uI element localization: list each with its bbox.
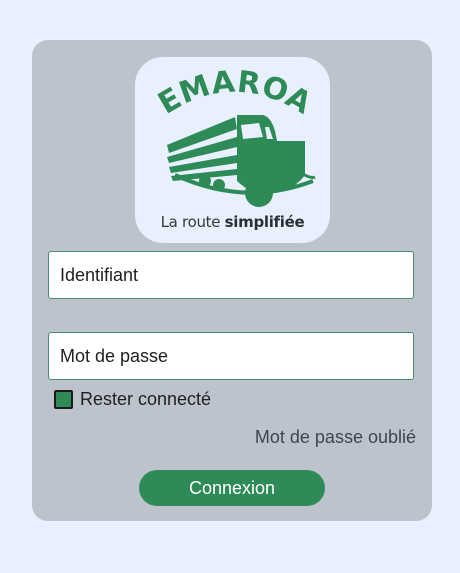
forgot-password-link[interactable]: Mot de passe oublié xyxy=(255,427,416,448)
remember-me-label: Rester connecté xyxy=(80,388,212,409)
password-input[interactable] xyxy=(48,332,414,380)
tagline-bold: simplifiée xyxy=(224,213,305,231)
username-input[interactable] xyxy=(48,251,414,299)
tagline: La route simplifiée xyxy=(135,213,330,231)
brand-name: DEMAROAD xyxy=(135,57,318,122)
login-card: DEMAROAD La route xyxy=(32,40,432,521)
remember-me-checkbox[interactable] xyxy=(54,389,73,409)
logo: DEMAROAD La route xyxy=(135,57,330,243)
remember-me-toggle[interactable]: Rester connecté xyxy=(54,388,211,410)
tagline-regular: La route xyxy=(160,213,221,231)
login-button[interactable]: Connexion xyxy=(139,470,325,506)
